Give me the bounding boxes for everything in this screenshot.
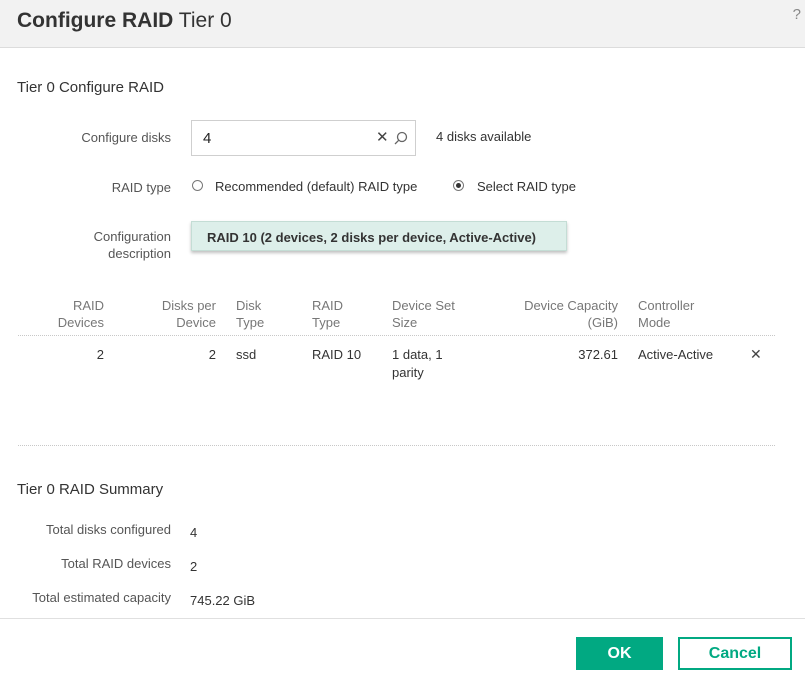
raid-type-label: RAID type bbox=[111, 180, 171, 195]
col-header-disk-type-line2: Type bbox=[236, 315, 265, 330]
configure-disks-input[interactable]: 4 ✕ bbox=[191, 120, 416, 156]
dialog-title-main: Configure RAID bbox=[17, 9, 174, 32]
cell-device-capacity: 372.61 bbox=[578, 347, 618, 362]
col-header-disk-type-line1: Disk bbox=[236, 298, 262, 313]
ok-button[interactable]: OK bbox=[576, 637, 663, 670]
config-description-select[interactable]: RAID 10 (2 devices, 2 disks per device, … bbox=[191, 221, 567, 251]
col-header-disks-per-device-line1: Disks per bbox=[161, 298, 216, 313]
table-header-divider bbox=[18, 335, 775, 336]
col-header-disks-per-device[interactable]: Disks per Device bbox=[140, 297, 216, 331]
col-header-controller-mode[interactable]: Controller Mode bbox=[638, 297, 728, 331]
summary-total-disks-value: 4 bbox=[190, 525, 198, 540]
cell-disk-type: ssd bbox=[236, 347, 257, 362]
configure-section-title: Tier 0 Configure RAID bbox=[17, 79, 164, 96]
col-header-raid-type[interactable]: RAID Type bbox=[312, 297, 372, 331]
col-header-raid-devices-line2: Devices bbox=[57, 315, 104, 330]
col-header-controller-mode-line1: Controller bbox=[638, 298, 695, 313]
summary-total-disks-label: Total disks configured bbox=[45, 522, 171, 537]
cell-controller-mode: Active-Active bbox=[638, 347, 714, 362]
config-description-value: RAID 10 (2 devices, 2 disks per device, … bbox=[207, 230, 537, 245]
col-header-device-capacity[interactable]: Device Capacity (GiB) bbox=[498, 297, 618, 331]
col-header-device-capacity-line2: (GiB) bbox=[587, 315, 618, 330]
col-header-device-set-size-line2: Size bbox=[392, 315, 418, 330]
dialog-title: Configure RAID Tier 0 bbox=[17, 9, 232, 33]
cell-device-set-size-line1: 1 data, 1 bbox=[392, 347, 443, 362]
dialog-header: Configure RAID Tier 0 ? bbox=[0, 0, 805, 48]
configure-disks-label: Configure disks bbox=[81, 130, 171, 145]
search-icon[interactable] bbox=[394, 131, 408, 152]
cell-disks-per-device: 2 bbox=[208, 347, 216, 362]
col-header-device-capacity-line1: Device Capacity bbox=[524, 298, 618, 313]
summary-total-capacity-value: 745.22 GiB bbox=[190, 593, 256, 608]
raid-type-select-label[interactable]: Select RAID type bbox=[477, 179, 576, 194]
raid-type-recommended-radio[interactable] bbox=[192, 180, 203, 191]
raid-type-recommended-label[interactable]: Recommended (default) RAID type bbox=[215, 179, 417, 194]
table-bottom-divider bbox=[18, 445, 775, 446]
summary-section-title: Tier 0 RAID Summary bbox=[17, 481, 164, 498]
col-header-device-set-size[interactable]: Device Set Size bbox=[392, 297, 482, 331]
col-header-raid-type-line1: RAID bbox=[312, 298, 344, 313]
disks-available-text: 4 disks available bbox=[436, 129, 532, 144]
cell-device-set-size-line2: parity bbox=[392, 365, 424, 380]
configure-disks-value: 4 bbox=[203, 130, 212, 147]
summary-total-capacity-label: Total estimated capacity bbox=[32, 590, 171, 605]
col-header-raid-devices-line1: RAID bbox=[72, 298, 104, 313]
cell-device-set-size: 1 data, 1 parity bbox=[392, 346, 482, 382]
config-description-label-line2: description bbox=[108, 246, 171, 261]
cell-raid-type: RAID 10 bbox=[312, 347, 362, 362]
config-description-label-line1: Configuration bbox=[93, 229, 171, 244]
summary-total-raid-devices-label: Total RAID devices bbox=[61, 556, 171, 571]
raid-type-select-radio[interactable] bbox=[453, 180, 464, 191]
footer-divider bbox=[0, 618, 805, 619]
col-header-disk-type[interactable]: Disk Type bbox=[236, 297, 296, 331]
cancel-button[interactable]: Cancel bbox=[678, 637, 792, 670]
col-header-disks-per-device-line2: Device bbox=[176, 315, 216, 330]
remove-row-icon[interactable]: ✕ bbox=[750, 346, 762, 363]
dialog-title-tier: Tier 0 bbox=[178, 9, 232, 32]
col-header-raid-type-line2: Type bbox=[312, 315, 341, 330]
cell-raid-devices: 2 bbox=[96, 347, 104, 362]
col-header-raid-devices[interactable]: RAID Devices bbox=[40, 297, 104, 331]
help-icon[interactable]: ? bbox=[793, 6, 801, 23]
summary-total-raid-devices-value: 2 bbox=[190, 559, 198, 574]
col-header-controller-mode-line2: Mode bbox=[638, 315, 671, 330]
col-header-device-set-size-line1: Device Set bbox=[392, 298, 455, 313]
clear-icon[interactable]: ✕ bbox=[376, 128, 389, 146]
